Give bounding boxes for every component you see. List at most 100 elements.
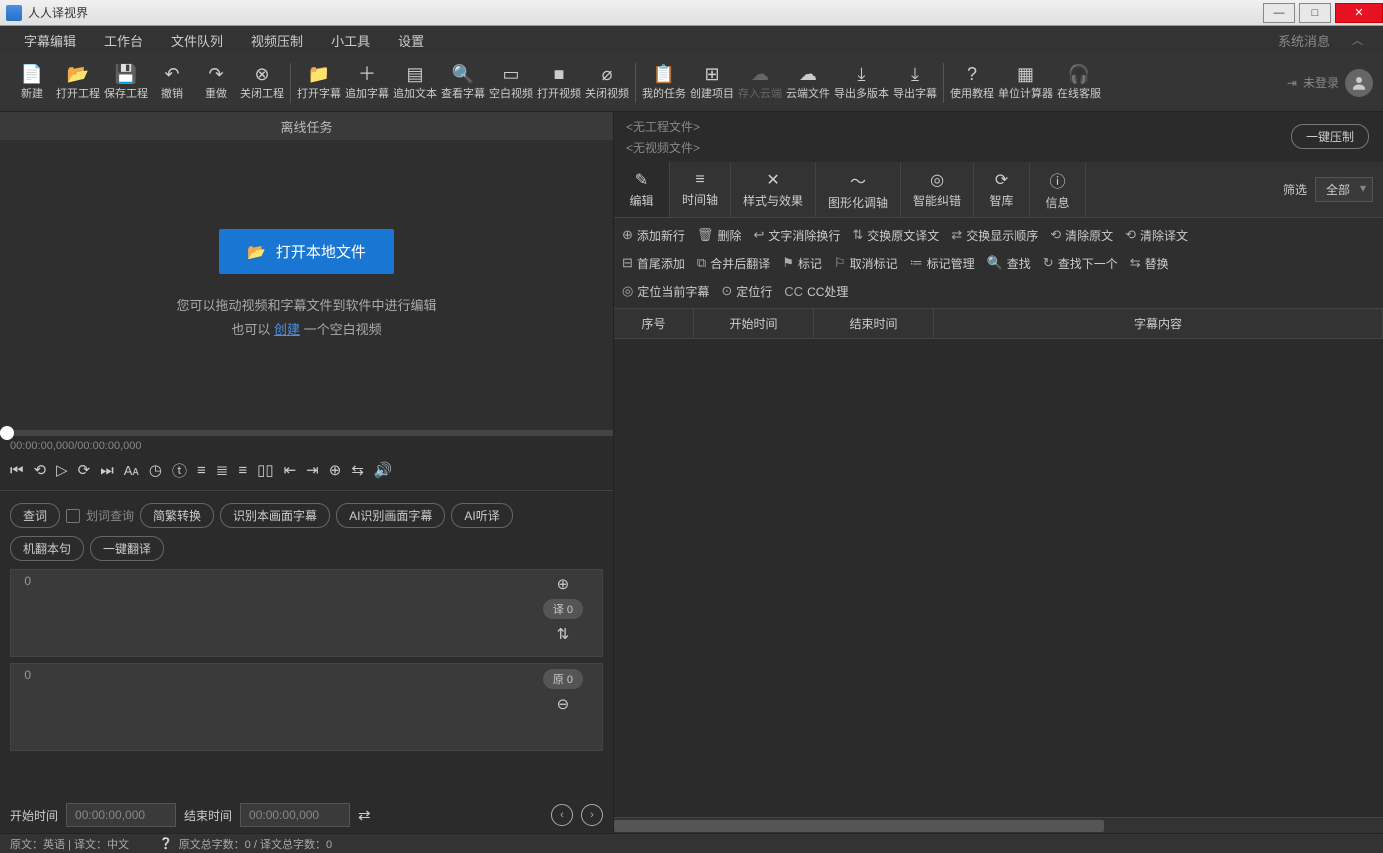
tab-时间轴[interactable]: ≡时间轴 <box>670 162 731 217</box>
chip-mt-all[interactable]: 一键翻译 <box>90 536 164 561</box>
action-文字消除换行[interactable]: ↩文字消除换行 <box>753 227 840 244</box>
action-查找[interactable]: 🔍查找 <box>987 255 1031 272</box>
login-area[interactable]: ⇥ 未登录 <box>1277 69 1373 97</box>
action-取消标记[interactable]: ⚐取消标记 <box>834 255 898 272</box>
menu-file-queue[interactable]: 文件队列 <box>157 26 237 54</box>
action-定位当前字幕[interactable]: ◎定位当前字幕 <box>622 283 709 300</box>
minimize-button[interactable]: — <box>1263 3 1295 23</box>
tool-存入云端[interactable]: ☁存入云端 <box>736 57 784 109</box>
chip-lookup[interactable]: 查词 <box>10 503 60 528</box>
tool-新建[interactable]: 📄新建 <box>10 57 54 109</box>
progress-thumb[interactable] <box>0 426 14 440</box>
step-fwd-icon[interactable]: ⟳ <box>78 461 91 479</box>
tool-打开视频[interactable]: ■打开视频 <box>535 57 583 109</box>
tool-保存工程[interactable]: 💾保存工程 <box>102 57 150 109</box>
tab-编辑[interactable]: ✎编辑 <box>614 162 670 217</box>
action-CC处理[interactable]: CCCC处理 <box>784 283 848 300</box>
menu-workbench[interactable]: 工作台 <box>90 26 157 54</box>
end-time-input[interactable] <box>240 803 350 827</box>
tab-智能纠错[interactable]: ◎智能纠错 <box>901 162 974 217</box>
start-time-input[interactable] <box>66 803 176 827</box>
step-back-icon[interactable]: ⟲ <box>34 461 47 479</box>
fast-fwd-icon[interactable]: ⏭ <box>100 462 114 479</box>
chip-mt-line[interactable]: 机翻本句 <box>10 536 84 561</box>
chip-ocr-frame[interactable]: 识别本画面字幕 <box>220 503 330 528</box>
tab-图形化调轴[interactable]: 〜图形化调轴 <box>816 162 901 217</box>
font-icon[interactable]: Aᴀ <box>124 463 139 478</box>
target-icon[interactable]: ⊕ <box>329 461 342 479</box>
action-添加新行[interactable]: ⊕添加新行 <box>622 227 685 244</box>
close-button[interactable]: ✕ <box>1335 3 1383 23</box>
layout-icon[interactable]: ▯▯ <box>257 461 274 479</box>
loop-icon[interactable]: ⇆ <box>351 461 364 479</box>
tool-追加文本[interactable]: ▤追加文本 <box>391 57 439 109</box>
next-line-button[interactable]: › <box>581 804 603 826</box>
word-lookup-checkbox[interactable] <box>66 509 80 523</box>
tool-关闭视频[interactable]: ⌀关闭视频 <box>583 57 631 109</box>
action-定位行[interactable]: ⊙定位行 <box>721 283 772 300</box>
volume-icon[interactable]: 🔊 <box>374 461 393 479</box>
horizontal-scrollbar[interactable] <box>614 817 1383 833</box>
prev-line-button[interactable]: ‹ <box>551 804 573 826</box>
action-交换原文译文[interactable]: ⇅交换原文译文 <box>852 227 939 244</box>
play-icon[interactable]: ▷ <box>56 461 68 479</box>
align-center-icon[interactable]: ≣ <box>216 461 229 479</box>
tool-打开字幕[interactable]: 📁打开字幕 <box>295 57 343 109</box>
system-message[interactable]: 系统消息 <box>1266 31 1342 50</box>
tool-单位计算器[interactable]: ▦单位计算器 <box>996 57 1055 109</box>
action-标记[interactable]: ⚑标记 <box>782 255 822 272</box>
arrow-in-right-icon[interactable]: ⇥ <box>306 461 319 479</box>
clock-icon[interactable]: ◷ <box>149 461 162 479</box>
align-right-icon[interactable]: ≡ <box>238 462 247 479</box>
menu-settings[interactable]: 设置 <box>384 26 438 54</box>
scrollbar-thumb[interactable] <box>614 820 1104 832</box>
menu-tools[interactable]: 小工具 <box>317 26 384 54</box>
tool-导出多版本[interactable]: ⤓导出多版本 <box>832 57 891 109</box>
maximize-button[interactable]: □ <box>1299 3 1331 23</box>
tool-查看字幕[interactable]: 🔍查看字幕 <box>439 57 487 109</box>
translation-text-area[interactable]: 0 <box>10 569 603 657</box>
subtitle-table-body[interactable] <box>614 339 1383 817</box>
zoom-out-icon[interactable]: ⊖ <box>557 695 570 713</box>
align-left-icon[interactable]: ≡ <box>197 462 206 479</box>
video-progress[interactable] <box>0 430 613 436</box>
arrow-in-left-icon[interactable]: ⇤ <box>284 461 297 479</box>
one-click-encode-button[interactable]: 一键压制 <box>1291 124 1369 149</box>
tool-追加字幕[interactable]: ＋追加字幕 <box>343 57 391 109</box>
create-blank-link[interactable]: 创建 <box>274 322 300 337</box>
action-清除译文[interactable]: ⟲清除译文 <box>1125 227 1188 244</box>
action-首尾添加[interactable]: ⊟首尾添加 <box>622 255 685 272</box>
tool-空白视频[interactable]: ▭空白视频 <box>487 57 535 109</box>
tool-撤销[interactable]: ↶撤销 <box>150 57 194 109</box>
tab-样式与效果[interactable]: ✕样式与效果 <box>731 162 816 217</box>
chip-ai-ocr[interactable]: AI识别画面字幕 <box>336 503 445 528</box>
tool-重做[interactable]: ↷重做 <box>194 57 238 109</box>
action-标记管理[interactable]: ≔标记管理 <box>910 255 975 272</box>
sync-icon[interactable]: ⇄ <box>358 806 371 824</box>
mark-icon[interactable]: ⓣ <box>172 460 187 481</box>
collapse-icon[interactable]: ︿ <box>1342 32 1373 48</box>
tool-关闭工程[interactable]: ⊗关闭工程 <box>238 57 286 109</box>
tool-我的任务[interactable]: 📋我的任务 <box>640 57 688 109</box>
action-清除原文[interactable]: ⟲清除原文 <box>1050 227 1113 244</box>
action-替换[interactable]: ⇆替换 <box>1130 255 1169 272</box>
action-交换显示顺序[interactable]: ⇄交换显示顺序 <box>951 227 1038 244</box>
swap-icon[interactable]: ⇅ <box>557 625 570 643</box>
zoom-in-icon[interactable]: ⊕ <box>557 575 570 593</box>
action-合并后翻译[interactable]: ⧉合并后翻译 <box>697 255 770 272</box>
tab-智库[interactable]: ⟳智库 <box>974 162 1030 217</box>
chip-ai-listen[interactable]: AI听译 <box>451 503 512 528</box>
tool-在线客服[interactable]: 🎧在线客服 <box>1055 57 1103 109</box>
menu-video-encode[interactable]: 视频压制 <box>237 26 317 54</box>
open-local-file-button[interactable]: 📂 打开本地文件 <box>219 229 394 274</box>
filter-select[interactable]: 全部 <box>1315 177 1373 202</box>
rewind-start-icon[interactable]: ⏮ <box>10 462 24 479</box>
tool-导出字幕[interactable]: ⤓导出字幕 <box>891 57 939 109</box>
menu-subtitle-edit[interactable]: 字幕编辑 <box>10 26 90 54</box>
tool-创建项目[interactable]: ⊞创建项目 <box>688 57 736 109</box>
tab-信息[interactable]: ⓘ信息 <box>1030 162 1086 217</box>
tool-云端文件[interactable]: ☁云端文件 <box>784 57 832 109</box>
action-查找下一个[interactable]: ↻查找下一个 <box>1043 255 1118 272</box>
video-drop-area[interactable]: 📂 打开本地文件 您可以拖动视频和字幕文件到软件中进行编辑 也可以 创建 一个空… <box>0 140 613 430</box>
chip-simplify[interactable]: 简繁转换 <box>140 503 214 528</box>
